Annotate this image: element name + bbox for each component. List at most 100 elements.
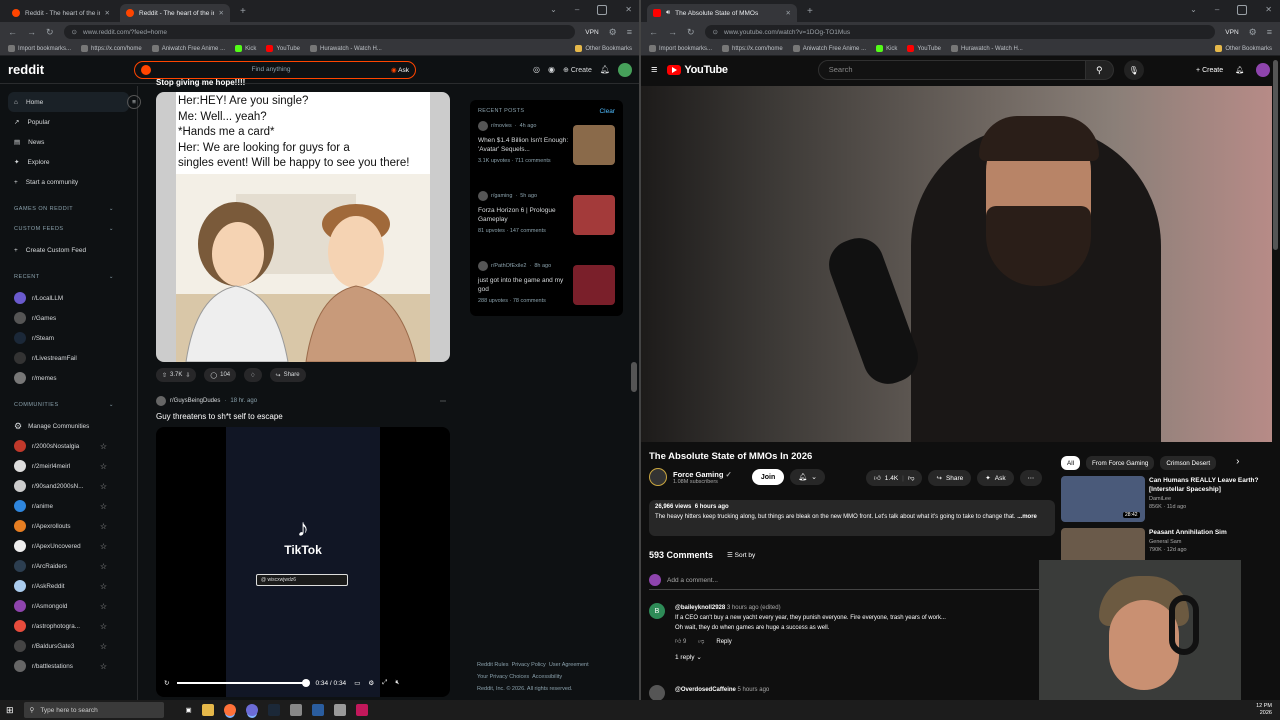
mute-icon[interactable]: 🔇︎ bbox=[395, 679, 399, 687]
bookmark-item[interactable]: Hurawatch - Watch H... bbox=[310, 45, 382, 52]
star-icon[interactable]: ☆ bbox=[100, 602, 107, 611]
bookmark-item[interactable]: Import bookmarks... bbox=[8, 45, 71, 52]
recommended-video[interactable]: 28:42 Can Humans REALLY Leave Earth? [In… bbox=[1061, 476, 1261, 524]
notifications-icon[interactable]: 🔔︎ bbox=[600, 65, 610, 74]
tab-youtube[interactable]: 🔊︎ The Absolute State of MMOs ✕ bbox=[647, 4, 797, 22]
star-icon[interactable]: ☆ bbox=[100, 562, 107, 571]
create-custom-feed[interactable]: + Create Custom Feed bbox=[8, 240, 129, 260]
bookmark-item[interactable]: Aniwatch Free Anime ... bbox=[151, 45, 225, 52]
app-icon[interactable] bbox=[289, 704, 302, 716]
voice-search-button[interactable]: 🎙︎ bbox=[1123, 60, 1144, 80]
description-box[interactable]: 26,966 views 6 hours ago The heavy hitte… bbox=[649, 500, 1055, 536]
star-icon[interactable]: ☆ bbox=[100, 522, 107, 531]
taskbar-search[interactable]: ⚲ Type here to search bbox=[23, 702, 164, 718]
community-item[interactable]: r/90sand2000sN... ☆ bbox=[8, 476, 129, 496]
communities-section-toggle[interactable]: COMMUNITIES ⌄ bbox=[14, 402, 114, 408]
comment-author[interactable]: @baileyknoll2928 bbox=[675, 605, 725, 611]
new-tab-button[interactable]: + bbox=[801, 6, 819, 17]
progress-handle[interactable] bbox=[302, 679, 311, 687]
more-link[interactable]: ...more bbox=[1017, 514, 1037, 520]
subreddit-link[interactable]: r/GuysBeingDudes bbox=[170, 398, 220, 404]
youtube-search-input[interactable]: Search bbox=[817, 60, 1086, 80]
star-icon[interactable]: ☆ bbox=[100, 622, 107, 631]
video-progress[interactable] bbox=[177, 679, 311, 687]
task-view-icon[interactable]: ▣ bbox=[186, 706, 192, 714]
ads-icon[interactable]: ◎ bbox=[533, 65, 540, 74]
tab-reddit-1[interactable]: Reddit - The heart of the intern ✕ bbox=[6, 4, 116, 22]
nav-explore[interactable]: ✦ Explore bbox=[8, 152, 129, 172]
nav-news[interactable]: ▤ News bbox=[8, 132, 129, 152]
channel-name[interactable]: Force Gaming ✓ bbox=[673, 470, 732, 479]
back-icon[interactable]: ← bbox=[8, 27, 17, 37]
reload-icon[interactable]: ↻ bbox=[687, 27, 695, 38]
reddit-search-input[interactable]: Find anything ◉ Ask bbox=[134, 60, 416, 79]
post-image[interactable]: Her:HEY! Are you single? Me: Well... yea… bbox=[156, 92, 450, 362]
scrollbar[interactable] bbox=[631, 362, 637, 392]
nav-popular[interactable]: ↗ Popular bbox=[8, 112, 129, 132]
vote-control[interactable]: ⇧ 3.7K ⇩ bbox=[156, 368, 197, 382]
recent-community[interactable]: r/memes bbox=[8, 368, 129, 388]
app-icon[interactable] bbox=[311, 704, 324, 716]
join-button[interactable]: Join bbox=[751, 469, 785, 485]
community-item[interactable]: r/2000sNostalgia ☆ bbox=[8, 436, 129, 456]
file-explorer-icon[interactable] bbox=[201, 704, 214, 716]
close-window-button[interactable]: ✕ bbox=[1265, 5, 1272, 15]
award-button[interactable]: ♢ bbox=[244, 368, 262, 382]
settings-icon[interactable]: ⚙ bbox=[368, 679, 374, 687]
bookmark-item[interactable]: Aniwatch Free Anime ... bbox=[792, 45, 866, 52]
community-item[interactable]: r/Asmongold ☆ bbox=[8, 596, 129, 616]
downvote-icon[interactable]: ⇩ bbox=[185, 372, 190, 379]
manage-communities[interactable]: ⚙ Manage Communities bbox=[8, 416, 129, 436]
close-tab-icon[interactable]: ✕ bbox=[219, 9, 224, 17]
more-options-icon[interactable]: ⋯ bbox=[440, 398, 446, 405]
browser-icon[interactable] bbox=[245, 704, 258, 716]
recent-post[interactable]: r/gaming · 5h ago Forza Horizon 6 | Prolog… bbox=[478, 191, 615, 255]
star-icon[interactable]: ☆ bbox=[100, 482, 107, 491]
bookmark-item[interactable]: Kick bbox=[235, 45, 256, 52]
other-bookmarks[interactable]: Other Bookmarks bbox=[575, 45, 632, 52]
forward-icon[interactable]: → bbox=[27, 27, 36, 37]
close-window-button[interactable]: ✕ bbox=[625, 5, 632, 15]
chat-icon[interactable]: ◉ bbox=[548, 65, 555, 74]
chevron-down-icon[interactable]: ⌄ bbox=[550, 5, 557, 15]
add-comment-input[interactable]: Add a comment... bbox=[649, 574, 1049, 590]
community-item[interactable]: r/2meirl4meirl ☆ bbox=[8, 456, 129, 476]
bookmark-item[interactable]: YouTube bbox=[266, 45, 300, 52]
star-icon[interactable]: ☆ bbox=[100, 642, 107, 651]
youtube-logo[interactable]: YouTube bbox=[667, 64, 728, 76]
minimize-button[interactable]: – bbox=[1215, 5, 1219, 15]
windows-start-icon[interactable]: ⊞ bbox=[6, 705, 14, 716]
recent-post[interactable]: r/movies · 4h ago When $1.4 Billion Isn't … bbox=[478, 121, 615, 185]
recent-post[interactable]: r/PathOfExile2 · 8h ago just got into the … bbox=[478, 261, 615, 325]
post-title[interactable]: Guy threatens to sh*t self to escape bbox=[156, 412, 452, 421]
create-post-button[interactable]: ⊕ Create bbox=[563, 66, 592, 74]
collapse-sidebar-button[interactable]: ≡ bbox=[127, 95, 141, 109]
like-button[interactable]: 👍︎ 1.4K | 👎︎ bbox=[866, 470, 923, 486]
chip-crimson-desert[interactable]: Crimson Desert bbox=[1160, 456, 1217, 470]
comment-dislike-icon[interactable]: 👎︎ bbox=[698, 637, 704, 647]
recent-community[interactable]: r/Games bbox=[8, 308, 129, 328]
tab-reddit-2[interactable]: Reddit - The heart of the intern ✕ bbox=[120, 4, 230, 22]
footer-link[interactable]: User Agreement bbox=[549, 662, 589, 668]
reddit-logo[interactable]: reddit bbox=[8, 62, 126, 77]
bookmark-item[interactable]: YouTube bbox=[907, 45, 941, 52]
bookmark-item[interactable]: Hurawatch - Watch H... bbox=[951, 45, 1023, 52]
commenter-avatar[interactable] bbox=[649, 685, 665, 700]
minimize-button[interactable]: – bbox=[575, 5, 579, 15]
recent-community[interactable]: r/LivestreamFail bbox=[8, 348, 129, 368]
footer-link[interactable]: Accessibility bbox=[532, 674, 562, 680]
chevron-down-icon[interactable]: ⌄ bbox=[1190, 5, 1197, 15]
recent-community[interactable]: r/LocalLLM bbox=[8, 288, 129, 308]
star-icon[interactable]: ☆ bbox=[100, 582, 107, 591]
comment-like-button[interactable]: 👍︎ 9 bbox=[675, 637, 686, 647]
star-icon[interactable]: ☆ bbox=[100, 442, 107, 451]
vpn-badge[interactable]: VPN bbox=[585, 29, 598, 36]
firefox-icon[interactable] bbox=[223, 704, 236, 716]
community-item[interactable]: r/ArcRaiders ☆ bbox=[8, 556, 129, 576]
games-section-toggle[interactable]: GAMES ON REDDIT ⌄ bbox=[14, 206, 114, 212]
more-actions-button[interactable]: ⋯ bbox=[1019, 470, 1043, 486]
star-icon[interactable]: ☆ bbox=[100, 542, 107, 551]
app-icon[interactable] bbox=[333, 704, 346, 716]
sort-button[interactable]: ☰ Sort by bbox=[727, 551, 755, 559]
reload-icon[interactable]: ↻ bbox=[46, 27, 54, 38]
